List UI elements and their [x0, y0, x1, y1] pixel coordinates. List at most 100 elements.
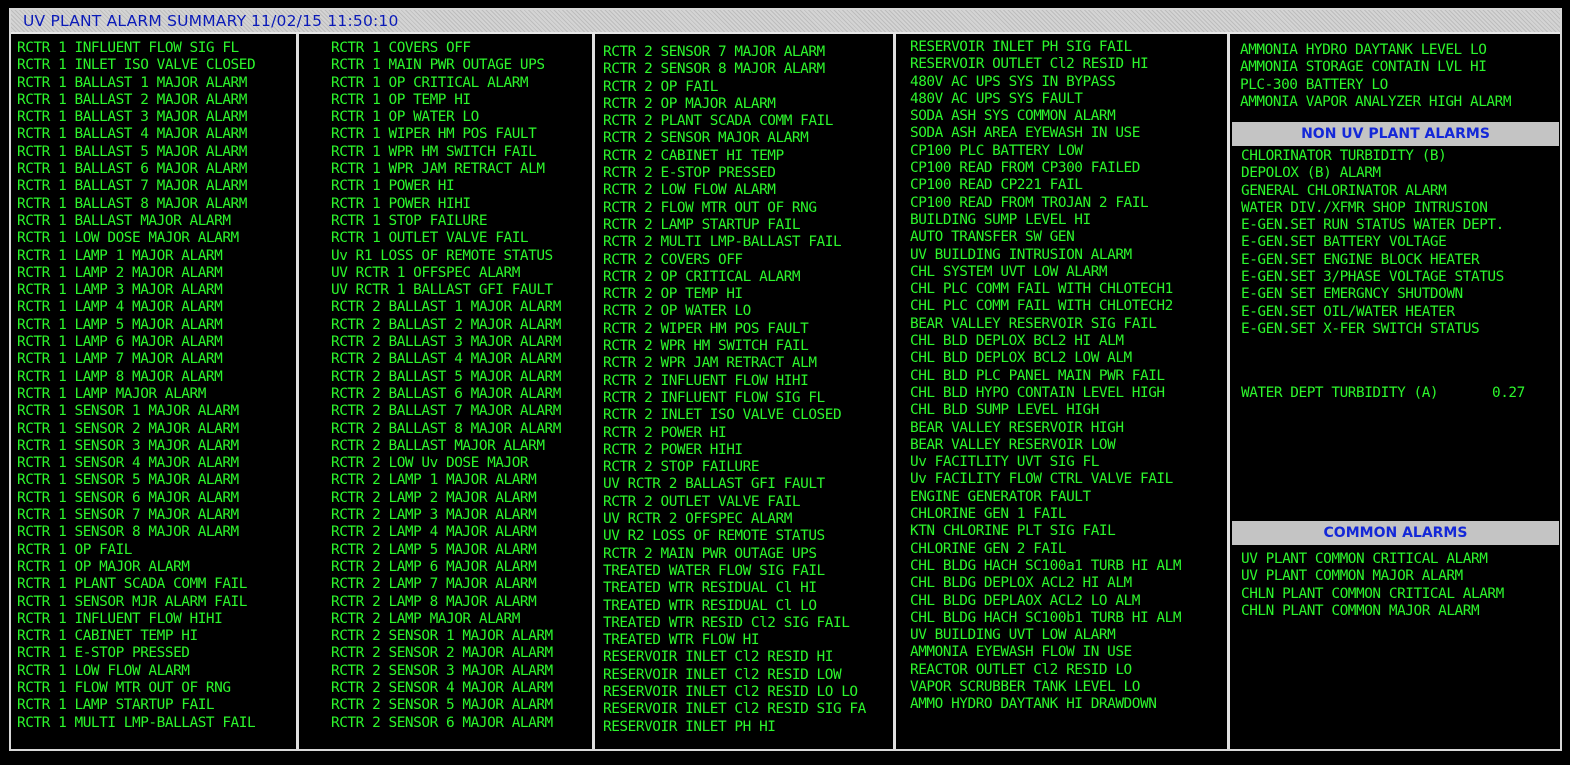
- alarm-item: RCTR 2 BALLAST 3 MAJOR ALARM: [331, 334, 561, 351]
- alarm-item: CHL BLD DEPLOX BCL2 LOW ALM: [910, 350, 1132, 367]
- alarm-item: RCTR 2 OP WATER LO: [603, 303, 751, 320]
- title-bar: UV PLANT ALARM SUMMARY 11/02/15 11:50:10: [11, 10, 1560, 34]
- alarm-item: RESERVOIR INLET Cl2 RESID LOW: [603, 666, 842, 683]
- alarm-item: DEPOLOX (B) ALARM: [1241, 165, 1381, 182]
- alarm-item: TREATED WTR RESIDUAL Cl HI: [603, 580, 817, 597]
- alarm-item: RCTR 1 SENSOR 5 MAJOR ALARM: [17, 472, 239, 489]
- alarm-item: RCTR 1 STOP FAILURE: [331, 212, 488, 229]
- alarm-item: RCTR 2 SENSOR MAJOR ALARM: [603, 130, 809, 147]
- alarm-item: RCTR 2 LAMP STARTUP FAIL: [603, 216, 801, 233]
- alarm-item: RCTR 2 SENSOR 1 MAJOR ALARM: [331, 628, 553, 645]
- alarm-item: CHL BLDG HACH SC100a1 TURB HI ALM: [910, 557, 1182, 574]
- alarm-item: AMMONIA EYEWASH FLOW IN USE: [910, 644, 1132, 661]
- alarm-item: RCTR 1 BALLAST 4 MAJOR ALARM: [17, 126, 247, 143]
- alarm-item: Uv R1 LOSS OF REMOTE STATUS: [331, 247, 553, 264]
- alarm-item: RCTR 1 LAMP 1 MAJOR ALARM: [17, 247, 223, 264]
- alarm-item: RCTR 2 BALLAST 8 MAJOR ALARM: [331, 420, 561, 437]
- alarm-item: BEAR VALLEY RESERVOIR HIGH: [910, 419, 1124, 436]
- alarm-item: RCTR 1 OP TEMP HI: [331, 91, 471, 108]
- alarm-item: E-GEN.SET RUN STATUS WATER DEPT.: [1241, 217, 1504, 234]
- alarm-item: AMMO HYDRO DAYTANK HI DRAWDOWN: [910, 696, 1157, 713]
- turbidity-value: 0.27: [1492, 385, 1525, 401]
- alarm-item: RCTR 1 OP FAIL: [17, 541, 132, 558]
- alarm-item: CHLORINATOR TURBIDITY (B): [1241, 148, 1447, 164]
- alarm-item: RCTR 2 INFLUENT FLOW SIG FL: [603, 389, 825, 406]
- alarm-item: RCTR 1 INFLUENT FLOW SIG FL: [17, 40, 239, 56]
- alarm-item: CHL SYSTEM UVT LOW ALARM: [910, 263, 1108, 280]
- alarm-item: CHL PLC COMM FAIL WITH CHLOTECH2: [910, 298, 1173, 315]
- alarm-item: RCTR 1 BALLAST 5 MAJOR ALARM: [17, 143, 247, 160]
- alarm-item: RCTR 1 BALLAST 2 MAJOR ALARM: [17, 91, 247, 108]
- alarm-item: E-GEN.SET 3/PHASE VOLTAGE STATUS: [1241, 269, 1504, 286]
- alarm-item: CHLORINE GEN 2 FAIL: [910, 540, 1067, 557]
- alarm-item: RCTR 2 SENSOR 4 MAJOR ALARM: [331, 679, 553, 696]
- alarm-item: RCTR 1 PLANT SCADA COMM FAIL: [17, 576, 247, 593]
- alarm-item: E-GEN.SET BATTERY VOLTAGE: [1241, 234, 1447, 251]
- alarm-item: RCTR 2 BALLAST 7 MAJOR ALARM: [331, 403, 561, 420]
- alarm-item: RCTR 1 POWER HI: [331, 178, 455, 195]
- turbidity-label: WATER DEPT TURBIDITY (A): [1241, 385, 1439, 401]
- non-uv-plant-alarms-header: NON UV PLANT ALARMS: [1232, 122, 1559, 146]
- alarm-item: UV BUILDING INTRUSION ALARM: [910, 246, 1132, 263]
- alarm-item: UV PLANT COMMON CRITICAL ALARM: [1241, 551, 1488, 567]
- alarm-item: RCTR 1 SENSOR 8 MAJOR ALARM: [17, 524, 239, 541]
- alarm-item: RCTR 1 BALLAST 8 MAJOR ALARM: [17, 195, 247, 212]
- alarm-item: VAPOR SCRUBBER TANK LEVEL LO: [910, 678, 1140, 695]
- alarm-item: KTN CHLORINE PLT SIG FAIL: [910, 523, 1116, 540]
- alarm-item: RCTR 2 MAIN PWR OUTAGE UPS: [603, 545, 817, 562]
- alarm-item: RCTR 1 SENSOR 6 MAJOR ALARM: [17, 489, 239, 506]
- alarm-item: RCTR 2 BALLAST 4 MAJOR ALARM: [331, 351, 561, 368]
- alarm-item: RCTR 1 SENSOR 2 MAJOR ALARM: [17, 420, 239, 437]
- alarm-list: RESERVOIR INLET PH SIG FAIL RESERVOIR OUT…: [896, 34, 1227, 714]
- alarm-item: RCTR 2 CABINET HI TEMP: [603, 147, 784, 164]
- alarm-item: Uv FACITLITY UVT SIG FL: [910, 454, 1099, 471]
- alarm-item: TREATED WTR FLOW HI: [603, 632, 760, 649]
- alarm-item: WATER DIV./XFMR SHOP INTRUSION: [1241, 199, 1488, 216]
- alarm-item: SODA ASH SYS COMMON ALARM: [910, 108, 1116, 125]
- alarm-item: RCTR 1 INFLUENT FLOW HIHI: [17, 610, 223, 627]
- screen-title: UV PLANT ALARM SUMMARY: [23, 12, 247, 30]
- alarm-item: SODA ASH AREA EYEWASH IN USE: [910, 125, 1140, 142]
- alarm-item: CP100 PLC BATTERY LOW: [910, 142, 1083, 159]
- date-time: 11/02/15 11:50:10: [251, 12, 399, 30]
- alarm-item: RCTR 2 MULTI LMP-BALLAST FAIL: [603, 234, 842, 251]
- alarm-item: RCTR 2 OP MAJOR ALARM: [603, 95, 776, 112]
- alarm-column-4: RESERVOIR INLET PH SIG FAIL RESERVOIR OUT…: [896, 34, 1230, 749]
- alarm-item: RCTR 2 LAMP 8 MAJOR ALARM: [331, 593, 537, 610]
- alarm-item: RCTR 2 LAMP MAJOR ALARM: [331, 610, 520, 627]
- alarm-item: RCTR 2 WPR JAM RETRACT ALM: [603, 355, 817, 372]
- alarm-item: RCTR 2 POWER HIHI: [603, 441, 743, 458]
- alarm-item: E-GEN.SET OIL/WATER HEATER: [1241, 303, 1455, 320]
- alarm-item: AMMONIA VAPOR ANALYZER HIGH ALARM: [1240, 93, 1512, 110]
- alarm-item: CHL BLD PLC PANEL MAIN PWR FAIL: [910, 367, 1165, 384]
- alarm-item: RCTR 2 BALLAST 1 MAJOR ALARM: [331, 299, 561, 316]
- alarm-item: RCTR 2 LAMP 4 MAJOR ALARM: [331, 524, 537, 541]
- alarm-item: RCTR 1 LAMP 4 MAJOR ALARM: [17, 299, 223, 316]
- alarm-item: RCTR 2 POWER HI: [603, 424, 727, 441]
- alarm-item: RCTR 1 SENSOR MJR ALARM FAIL: [17, 593, 247, 610]
- alarm-item: RESERVOIR INLET Cl2 RESID HI: [603, 649, 833, 666]
- alarm-item: RCTR 2 LAMP 7 MAJOR ALARM: [331, 576, 537, 593]
- alarm-item: RCTR 1 E-STOP PRESSED: [17, 645, 190, 662]
- alarm-item: RCTR 1 CABINET TEMP HI: [17, 628, 198, 645]
- alarm-item: Uv FACILITY FLOW CTRL VALVE FAIL: [910, 471, 1173, 488]
- alarm-item: RCTR 2 SENSOR 2 MAJOR ALARM: [331, 645, 553, 662]
- alarm-item: RESERVOIR INLET Cl2 RESID SIG FA: [603, 701, 866, 718]
- alarm-list: RCTR 2 SENSOR 7 MAJOR ALARM RCTR 2 SENSOR…: [595, 34, 893, 736]
- alarm-item: RCTR 2 BALLAST 6 MAJOR ALARM: [331, 385, 561, 402]
- alarm-item: RCTR 2 OP TEMP HI: [603, 286, 743, 303]
- alarm-item: RCTR 2 PLANT SCADA COMM FAIL: [603, 113, 833, 130]
- alarm-item: UV RCTR 1 BALLAST GFI FAULT: [331, 282, 553, 299]
- alarm-item: RESERVOIR OUTLET Cl2 RESID HI: [910, 56, 1149, 73]
- alarm-item: RCTR 2 SENSOR 6 MAJOR ALARM: [331, 714, 553, 731]
- alarm-item: TREATED WTR RESID Cl2 SIG FAIL: [603, 614, 850, 631]
- alarm-item: RCTR 1 SENSOR 1 MAJOR ALARM: [17, 403, 239, 420]
- alarm-item: RCTR 2 OUTLET VALVE FAIL: [603, 493, 801, 510]
- alarm-item: AUTO TRANSFER SW GEN: [910, 229, 1075, 246]
- alarm-item: CP100 READ FROM CP300 FAILED: [910, 160, 1140, 177]
- alarm-item: RCTR 2 BALLAST 5 MAJOR ALARM: [331, 368, 561, 385]
- alarm-item: RESERVOIR INLET PH SIG FAIL: [910, 39, 1132, 55]
- alarm-item: UV PLANT COMMON MAJOR ALARM: [1241, 568, 1463, 585]
- alarm-item: RCTR 2 WIPER HM POS FAULT: [603, 320, 809, 337]
- alarm-item: RCTR 2 SENSOR 8 MAJOR ALARM: [603, 61, 825, 78]
